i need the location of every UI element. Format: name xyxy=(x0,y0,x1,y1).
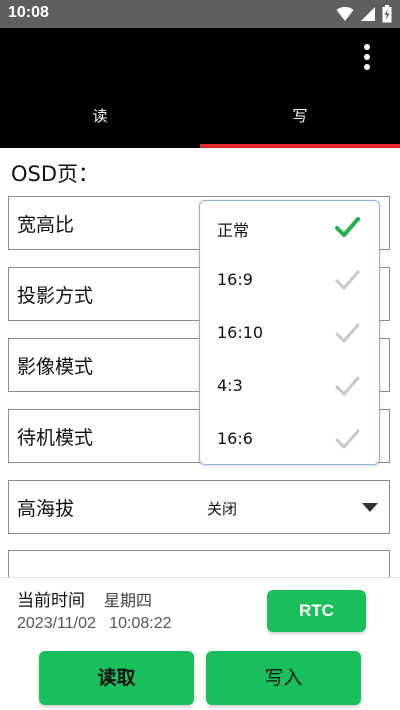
row-label: 影像模式 xyxy=(17,356,94,378)
status-bar: 10:08 xyxy=(0,0,400,28)
dropdown-option-16-6[interactable]: 16:6 xyxy=(200,413,381,466)
check-icon xyxy=(335,376,360,396)
check-icon xyxy=(335,217,360,237)
status-icons xyxy=(336,5,392,23)
dropdown-option-16-9[interactable]: 16:9 xyxy=(200,254,381,307)
battery-charging-icon xyxy=(382,5,392,23)
section-title: OSD页： xyxy=(11,162,100,186)
app-bar: 读 写 xyxy=(0,28,400,148)
write-button[interactable]: 写入 xyxy=(206,651,361,705)
signal-icon xyxy=(361,7,375,21)
row-label: 高海拔 xyxy=(17,498,75,520)
option-label: 16:6 xyxy=(217,429,253,448)
tab-indicator xyxy=(200,144,400,148)
datetime-text: 2023/11/02 10:08:22 xyxy=(17,615,172,632)
option-label: 16:9 xyxy=(217,270,253,289)
status-time: 10:08 xyxy=(8,4,49,21)
tab-write-label: 写 xyxy=(292,107,308,125)
current-time-label: 当前时间 xyxy=(17,591,85,611)
row-label: 宽高比 xyxy=(17,214,75,236)
check-icon xyxy=(335,323,360,343)
high-altitude-value: 关闭 xyxy=(207,500,238,518)
bottom-panel: 当前时间 星期四 2023/11/02 10:08:22 RTC 读取 写入 xyxy=(0,577,400,710)
row-label: 待机模式 xyxy=(17,427,94,449)
rtc-button[interactable]: RTC xyxy=(267,590,366,632)
option-label: 正常 xyxy=(217,221,250,240)
tab-read-label: 读 xyxy=(92,107,108,125)
partial-row[interactable] xyxy=(8,550,390,580)
tab-read[interactable]: 读 xyxy=(0,98,200,134)
read-button[interactable]: 读取 xyxy=(39,651,194,705)
weekday-text: 星期四 xyxy=(104,591,153,610)
option-label: 4:3 xyxy=(217,376,243,395)
dropdown-option-normal[interactable]: 正常 xyxy=(200,201,381,254)
option-label: 16:10 xyxy=(217,323,264,342)
tab-write[interactable]: 写 xyxy=(200,98,400,134)
aspect-ratio-dropdown: 正常 16:9 16:10 4:3 16:6 xyxy=(199,200,380,465)
check-icon xyxy=(335,429,360,449)
dropdown-option-4-3[interactable]: 4:3 xyxy=(200,360,381,413)
more-vert-icon[interactable] xyxy=(360,42,374,72)
wifi-icon xyxy=(336,6,354,21)
high-altitude-row[interactable]: 高海拔 关闭 xyxy=(8,480,390,534)
row-label: 投影方式 xyxy=(17,285,94,307)
check-icon xyxy=(335,270,360,290)
dropdown-option-16-10[interactable]: 16:10 xyxy=(200,307,381,360)
caret-down-icon[interactable] xyxy=(362,503,378,512)
